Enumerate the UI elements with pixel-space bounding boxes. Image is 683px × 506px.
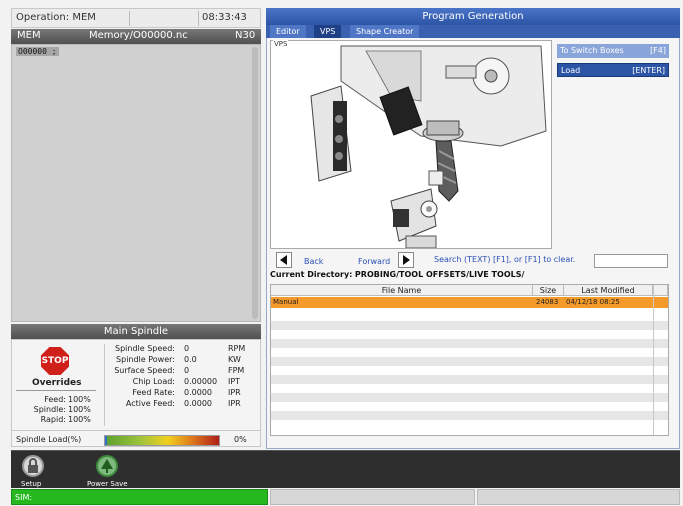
vps-label: VPS (273, 40, 289, 48)
vps-preview: VPS (270, 40, 552, 249)
power-save-button[interactable] (96, 455, 118, 477)
forward-arrow-button[interactable] (398, 252, 414, 268)
tab-editor[interactable]: Editor (270, 25, 306, 38)
spindle-panel: STOP Overrides Feed: 100% Spindle: 100% … (11, 339, 261, 447)
divider (12, 430, 260, 431)
current-directory: Current Directory: PROBING/TOOL OFFSETS/… (270, 270, 524, 279)
current-directory-path: PROBING/TOOL OFFSETS/LIVE TOOLS/ (354, 270, 525, 279)
clock: 08:33:43 (202, 12, 247, 23)
switch-boxes-button[interactable]: To Switch Boxes [F4] (557, 44, 669, 58)
operation-mode: Operation: MEM (16, 12, 96, 23)
column-header-size[interactable]: Size (533, 285, 564, 296)
program-line[interactable]: O00000 ; (16, 47, 59, 56)
spindle-load-fill (105, 436, 108, 445)
setup-label: Setup (21, 480, 42, 488)
search-input[interactable] (594, 254, 668, 268)
back-arrow-button[interactable] (276, 252, 292, 268)
load-button[interactable]: Load [ENTER] (557, 63, 669, 77)
file-name-cell: Manual (273, 298, 299, 306)
divider (16, 390, 96, 391)
program-editor[interactable]: O00000 ; (11, 44, 261, 322)
table-row[interactable]: Manual 24083 04/12/18 08:25 (271, 297, 668, 308)
column-header-last-modified[interactable]: Last Modified (564, 285, 653, 296)
spindle-header: Main Spindle (11, 324, 261, 339)
program-generation-title: Program Generation (266, 8, 680, 25)
right-arrow-icon (403, 255, 410, 265)
overrides-title: Overrides (32, 378, 82, 388)
left-arrow-icon (280, 255, 287, 265)
column-header-scroll (653, 285, 668, 296)
bottom-toolbar: Setup Power Save (11, 450, 680, 488)
forward-link[interactable]: Forward (358, 257, 390, 266)
empty-row (271, 339, 668, 348)
status-bar: SIM: (11, 489, 268, 505)
status-panel (270, 489, 475, 505)
current-directory-label: Current Directory: (270, 270, 353, 279)
tab-vps[interactable]: VPS (314, 25, 342, 38)
empty-row (271, 375, 668, 384)
stop-icon: STOP (41, 347, 69, 375)
spindle-load-value: 0% (234, 435, 247, 444)
divider (198, 11, 199, 26)
spindle-load-label: Spindle Load(%) (16, 435, 82, 444)
lock-icon (28, 458, 38, 473)
file-modified-cell: 04/12/18 08:25 (566, 298, 620, 306)
empty-row (271, 321, 668, 330)
column-header-file-name[interactable]: File Name (271, 285, 533, 296)
tree-icon (101, 459, 113, 473)
divider (653, 285, 654, 435)
empty-row (271, 357, 668, 366)
setup-button[interactable] (22, 455, 44, 477)
empty-row (271, 393, 668, 402)
back-link[interactable]: Back (304, 257, 323, 266)
navigation-bar: Back Forward Search (TEXT) [F1], or [F1]… (270, 250, 670, 270)
file-size-cell: 24083 (536, 298, 559, 306)
file-table: File Name Size Last Modified Manual 2408… (270, 284, 669, 436)
editor-scrollbar[interactable] (252, 47, 258, 319)
search-hint: Search (TEXT) [F1], or [F1] to clear. (434, 255, 576, 264)
spindle-load-bar (104, 435, 220, 446)
operation-bar: Operation: MEM 08:33:43 (11, 8, 261, 28)
divider (129, 11, 130, 26)
program-file: Memory/O00000.nc (89, 30, 188, 41)
machine-render-image (310, 45, 547, 249)
divider (104, 344, 105, 426)
empty-row (271, 411, 668, 420)
mode-label: MEM (17, 30, 41, 41)
memory-header: MEM Memory/O00000.nc N30 (11, 29, 261, 44)
power-save-label: Power Save (87, 480, 128, 488)
tab-shape-creator[interactable]: Shape Creator (350, 25, 420, 38)
status-panel (477, 489, 680, 505)
tab-bar: Editor VPS Shape Creator (266, 25, 680, 38)
line-number: N30 (235, 30, 256, 41)
